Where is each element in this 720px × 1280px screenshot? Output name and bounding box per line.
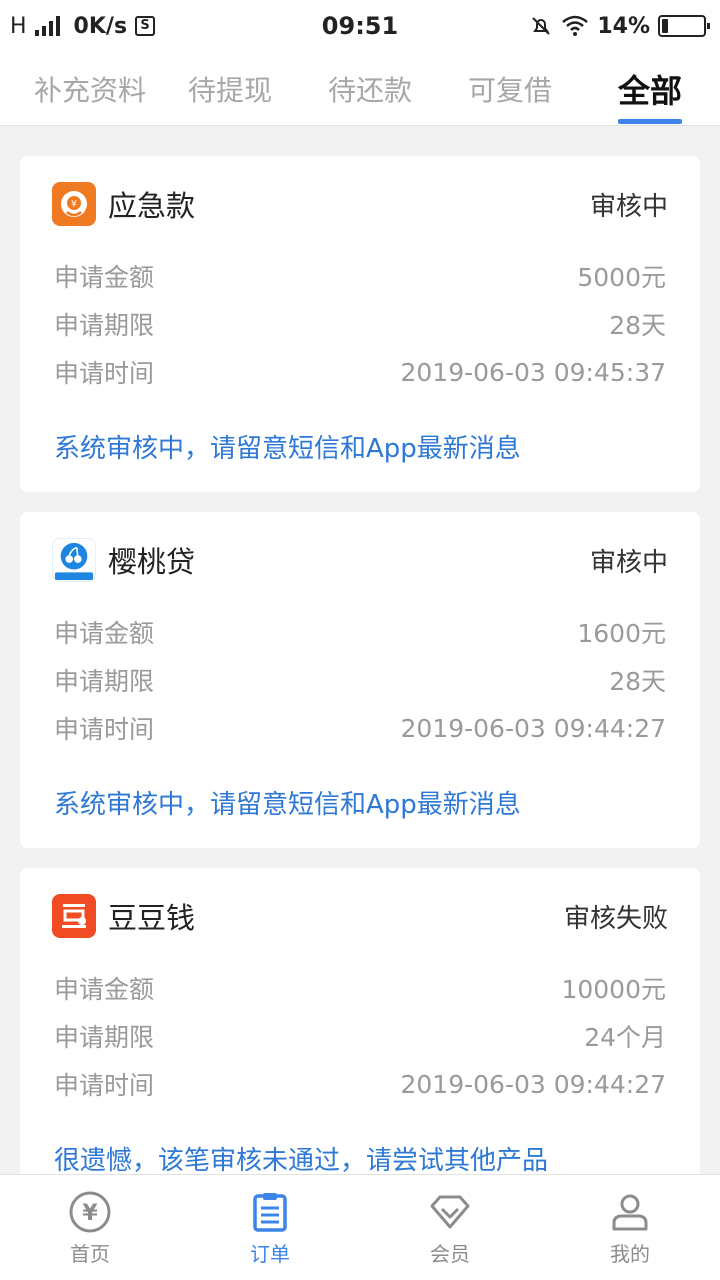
nav-orders[interactable]: 订单 — [180, 1175, 360, 1280]
product-name: 应急款 — [108, 189, 196, 223]
active-tab-indicator — [618, 119, 682, 124]
nav-label: 订单 — [250, 1241, 290, 1266]
order-status: 审核失败 — [563, 903, 668, 934]
row-label: 申请时间 — [54, 1071, 155, 1100]
tab-all[interactable]: 全部 — [600, 52, 700, 126]
nav-home[interactable]: ¥ 首页 — [0, 1175, 180, 1280]
clipboard-list-icon — [253, 1192, 287, 1232]
row-value: 28天 — [609, 667, 666, 696]
product-name: 豆豆钱 — [108, 901, 196, 935]
order-filter-tabs: 补充资料 待提现 待还款 可复借 全部 — [0, 52, 720, 126]
nav-profile[interactable]: 我的 — [540, 1175, 720, 1280]
row-value: 10000元 — [561, 975, 666, 1004]
diamond-icon — [430, 1195, 470, 1228]
row-value: 28天 — [609, 311, 666, 340]
battery-percent: 14% — [597, 13, 650, 39]
row-value: 24个月 — [584, 1023, 666, 1052]
amount-row: 申请金额 1600元 — [54, 608, 666, 656]
row-label: 申请期限 — [54, 667, 155, 696]
tab-supplement-info[interactable]: 补充资料 — [20, 52, 160, 126]
term-row: 申请期限 28天 — [54, 656, 666, 704]
cherry-loan-logo — [52, 538, 96, 582]
row-label: 申请金额 — [54, 975, 155, 1004]
time-row: 申请时间 2019-06-03 09:44:27 — [54, 704, 666, 752]
order-message: 系统审核中，请留意短信和App最新消息 — [54, 434, 521, 464]
order-card[interactable]: 樱桃贷 审核中 申请金额 1600元 申请期限 28天 申请时间 2019-06-03… — [20, 512, 700, 848]
yuan-coin-icon: ¥ — [69, 1191, 111, 1232]
tab-reborrow[interactable]: 可复借 — [450, 52, 570, 126]
row-value: 2019-06-03 09:45:37 — [400, 357, 666, 387]
row-value: 1600元 — [577, 619, 666, 648]
nav-label: 首页 — [70, 1241, 110, 1266]
tab-label: 待提现 — [187, 74, 272, 107]
network-speed: 0K/s — [73, 13, 128, 39]
row-label: 申请时间 — [54, 715, 155, 744]
tab-pending-withdraw[interactable]: 待提现 — [170, 52, 290, 126]
order-card[interactable]: 豆豆钱 审核失败 申请金额 10000元 申请期限 24个月 申请时间 2019-06… — [20, 868, 700, 1174]
term-row: 申请期限 24个月 — [54, 1012, 666, 1060]
nav-membership[interactable]: 会员 — [360, 1175, 540, 1280]
mute-bell-icon — [532, 17, 551, 35]
svg-text:¥: ¥ — [82, 1201, 98, 1226]
amount-row: 申请金额 5000元 — [54, 252, 666, 300]
row-value: 2019-06-03 09:44:27 — [400, 713, 666, 743]
order-status: 审核中 — [589, 191, 668, 222]
order-list: ¥ 应急款 审核中 申请金额 5000元 申请期限 28天 申请时间 2019-06-… — [0, 127, 720, 1174]
wifi-icon — [562, 15, 589, 36]
product-name: 樱桃贷 — [108, 545, 196, 579]
order-message: 很遗憾，该笔审核未通过，请尝试其他产品 — [54, 1146, 549, 1174]
order-message: 系统审核中，请留意短信和App最新消息 — [54, 790, 521, 820]
bottom-navigation: ¥ 首页 订单 会员 我的 — [0, 1174, 720, 1280]
row-value: 5000元 — [577, 263, 666, 292]
row-label: 申请金额 — [54, 263, 155, 292]
tab-pending-repay[interactable]: 待还款 — [310, 52, 430, 126]
status-bar: H 0K/s S 09:51 14% — [0, 0, 720, 52]
battery-icon — [658, 15, 710, 37]
tab-label: 可复借 — [467, 74, 552, 107]
tab-label: 待还款 — [327, 74, 412, 107]
order-card[interactable]: ¥ 应急款 审核中 申请金额 5000元 申请期限 28天 申请时间 2019-06-… — [20, 156, 700, 492]
doudou-money-logo — [52, 894, 96, 938]
row-label: 申请期限 — [54, 1023, 155, 1052]
storage-box-icon: S — [135, 16, 156, 36]
nav-label: 会员 — [430, 1241, 470, 1266]
row-label: 申请时间 — [54, 359, 155, 388]
row-value: 2019-06-03 09:44:27 — [400, 1069, 666, 1099]
nav-label: 我的 — [610, 1241, 650, 1266]
signal-icon — [34, 16, 60, 36]
tab-label: 补充资料 — [33, 74, 146, 107]
order-status: 审核中 — [589, 547, 668, 578]
tab-label: 全部 — [617, 72, 682, 110]
row-label: 申请期限 — [54, 311, 155, 340]
svg-text:¥: ¥ — [71, 200, 77, 210]
time-row: 申请时间 2019-06-03 09:44:27 — [54, 1060, 666, 1108]
time-row: 申请时间 2019-06-03 09:45:37 — [54, 348, 666, 396]
network-type: H — [10, 13, 27, 39]
user-icon — [612, 1194, 648, 1230]
amount-row: 申请金额 10000元 — [54, 964, 666, 1012]
emergency-fund-logo: ¥ — [52, 182, 96, 226]
row-label: 申请金额 — [54, 619, 155, 648]
term-row: 申请期限 28天 — [54, 300, 666, 348]
